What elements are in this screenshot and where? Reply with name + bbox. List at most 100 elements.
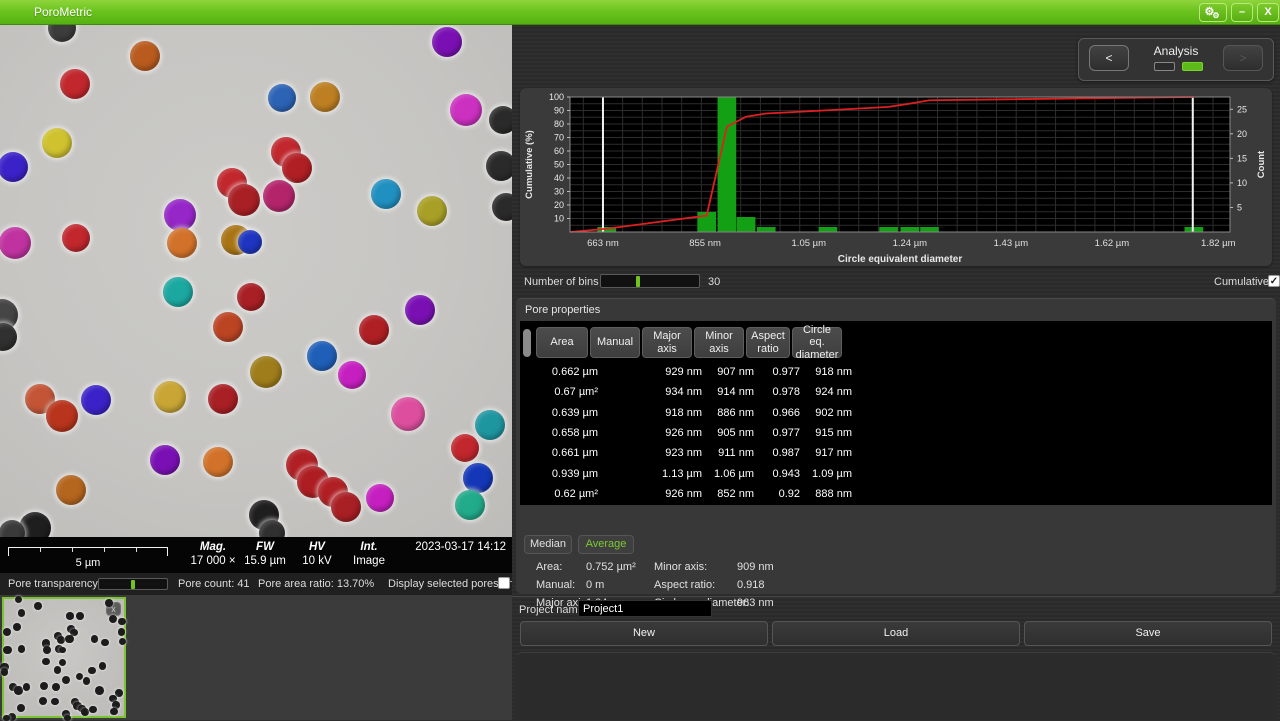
table-cell[interactable]: 902 nm — [802, 407, 852, 419]
pore-marker[interactable] — [405, 295, 435, 325]
table-cell[interactable]: 0.943 — [756, 468, 800, 480]
table-cell[interactable]: 0.939 µm — [546, 468, 598, 480]
pore-marker[interactable] — [259, 520, 285, 537]
analysis-page-chip-2[interactable] — [1182, 62, 1203, 71]
table-cell[interactable]: 914 nm — [704, 386, 754, 398]
pore-marker[interactable] — [48, 25, 76, 42]
table-cell[interactable]: 1.06 µm — [704, 468, 754, 480]
pore-marker[interactable] — [371, 179, 401, 209]
pore-marker[interactable] — [475, 410, 505, 440]
pore-marker[interactable] — [263, 180, 295, 212]
pore-marker[interactable] — [62, 224, 90, 252]
table-cell[interactable]: 917 nm — [802, 447, 852, 459]
pore-marker[interactable] — [163, 277, 193, 307]
pore-marker[interactable] — [0, 227, 31, 259]
pore-marker[interactable] — [463, 463, 493, 493]
new-button[interactable]: New — [520, 621, 768, 646]
table-cell[interactable]: 0.977 — [756, 366, 800, 378]
minimize-button[interactable]: – — [1231, 3, 1253, 22]
table-cell[interactable]: 0.62 µm² — [546, 488, 598, 500]
pore-marker[interactable] — [81, 385, 111, 415]
table-cell[interactable]: 934 nm — [652, 386, 702, 398]
settings-button[interactable]: ⚙⚙ — [1199, 3, 1227, 22]
median-button[interactable]: Median — [524, 535, 572, 554]
column-header-area[interactable]: Area — [536, 327, 588, 358]
table-cell[interactable]: 0.661 µm — [546, 447, 598, 459]
table-cell[interactable]: 929 nm — [652, 366, 702, 378]
pore-marker[interactable] — [167, 228, 197, 258]
average-button[interactable]: Average — [578, 535, 634, 554]
pore-marker[interactable] — [417, 196, 447, 226]
column-header-minor-axis[interactable]: Minor axis — [694, 327, 744, 358]
table-cell[interactable]: 0.639 µm — [546, 407, 598, 419]
pore-marker[interactable] — [455, 490, 485, 520]
pore-size-histogram[interactable]: 102030405060708090100510152025663 nm855 … — [520, 88, 1272, 266]
pore-marker[interactable] — [432, 27, 462, 57]
image-thumbnail[interactable]: x — [2, 597, 126, 718]
pore-marker[interactable] — [213, 312, 243, 342]
analysis-page-chip-1[interactable] — [1154, 62, 1175, 71]
pore-marker[interactable] — [359, 315, 389, 345]
next-analysis-button[interactable]: > — [1223, 45, 1263, 71]
table-cell[interactable]: 926 nm — [652, 488, 702, 500]
column-header-major-axis[interactable]: Major axis — [642, 327, 692, 358]
table-cell[interactable]: 0.977 — [756, 427, 800, 439]
pore-marker[interactable] — [154, 381, 186, 413]
table-cell[interactable]: 0.966 — [756, 407, 800, 419]
pore-marker[interactable] — [60, 69, 90, 99]
pore-marker[interactable] — [203, 447, 233, 477]
pore-marker[interactable] — [486, 151, 512, 181]
column-header-aspect-ratio[interactable]: Aspect ratio — [746, 327, 790, 358]
table-cell[interactable]: 0.987 — [756, 447, 800, 459]
table-cell[interactable]: 926 nm — [652, 427, 702, 439]
table-cell[interactable]: 918 nm — [802, 366, 852, 378]
table-cell[interactable]: 923 nm — [652, 447, 702, 459]
pore-marker[interactable] — [310, 82, 340, 112]
close-button[interactable]: X — [1257, 3, 1279, 22]
table-cell[interactable]: 886 nm — [704, 407, 754, 419]
pore-marker[interactable] — [164, 199, 196, 231]
pore-marker[interactable] — [0, 323, 17, 351]
pore-marker[interactable] — [450, 94, 482, 126]
pore-marker[interactable] — [282, 153, 312, 183]
table-cell[interactable]: 0.662 µm — [546, 366, 598, 378]
column-header-circle-eq-diameter[interactable]: Circle eq. diameter — [792, 327, 842, 358]
table-cell[interactable]: 1.09 µm — [802, 468, 852, 480]
table-cell[interactable]: 0.658 µm — [546, 427, 598, 439]
project-name-input[interactable] — [578, 600, 712, 617]
pore-marker[interactable] — [46, 400, 78, 432]
cumulative-checkbox[interactable]: ✓ — [1268, 275, 1280, 287]
pore-marker[interactable] — [331, 492, 361, 522]
table-cell[interactable]: 0.92 — [756, 488, 800, 500]
pore-marker[interactable] — [338, 361, 366, 389]
number-of-bins-slider[interactable] — [600, 274, 700, 288]
table-cell[interactable]: 888 nm — [802, 488, 852, 500]
table-cell[interactable]: 905 nm — [704, 427, 754, 439]
pore-marker[interactable] — [56, 475, 86, 505]
pore-marker[interactable] — [42, 128, 72, 158]
table-scrollbar[interactable] — [523, 329, 531, 357]
pore-table[interactable]: AreaManualMajor axisMinor axisAspect rat… — [520, 321, 1272, 505]
pore-marker[interactable] — [307, 341, 337, 371]
pore-marker[interactable] — [250, 356, 282, 388]
pore-marker[interactable] — [451, 434, 479, 462]
table-cell[interactable]: 915 nm — [802, 427, 852, 439]
pore-marker[interactable] — [208, 384, 238, 414]
pore-transparency-slider[interactable] — [98, 578, 168, 590]
table-cell[interactable]: 1.13 µm — [652, 468, 702, 480]
pore-marker[interactable] — [237, 283, 265, 311]
table-cell[interactable]: 911 nm — [704, 447, 754, 459]
pore-marker[interactable] — [130, 41, 160, 71]
pore-marker[interactable] — [238, 230, 262, 254]
sem-image[interactable] — [0, 25, 512, 537]
pore-marker[interactable] — [492, 193, 512, 221]
pore-marker[interactable] — [228, 184, 260, 216]
column-header-manual[interactable]: Manual — [590, 327, 640, 358]
display-selected-checkbox[interactable] — [498, 577, 510, 589]
pore-marker[interactable] — [391, 397, 425, 431]
pore-marker[interactable] — [0, 152, 28, 182]
pore-marker[interactable] — [268, 84, 296, 112]
table-cell[interactable]: 918 nm — [652, 407, 702, 419]
table-cell[interactable]: 0.67 µm² — [546, 386, 598, 398]
pore-marker[interactable] — [150, 445, 180, 475]
